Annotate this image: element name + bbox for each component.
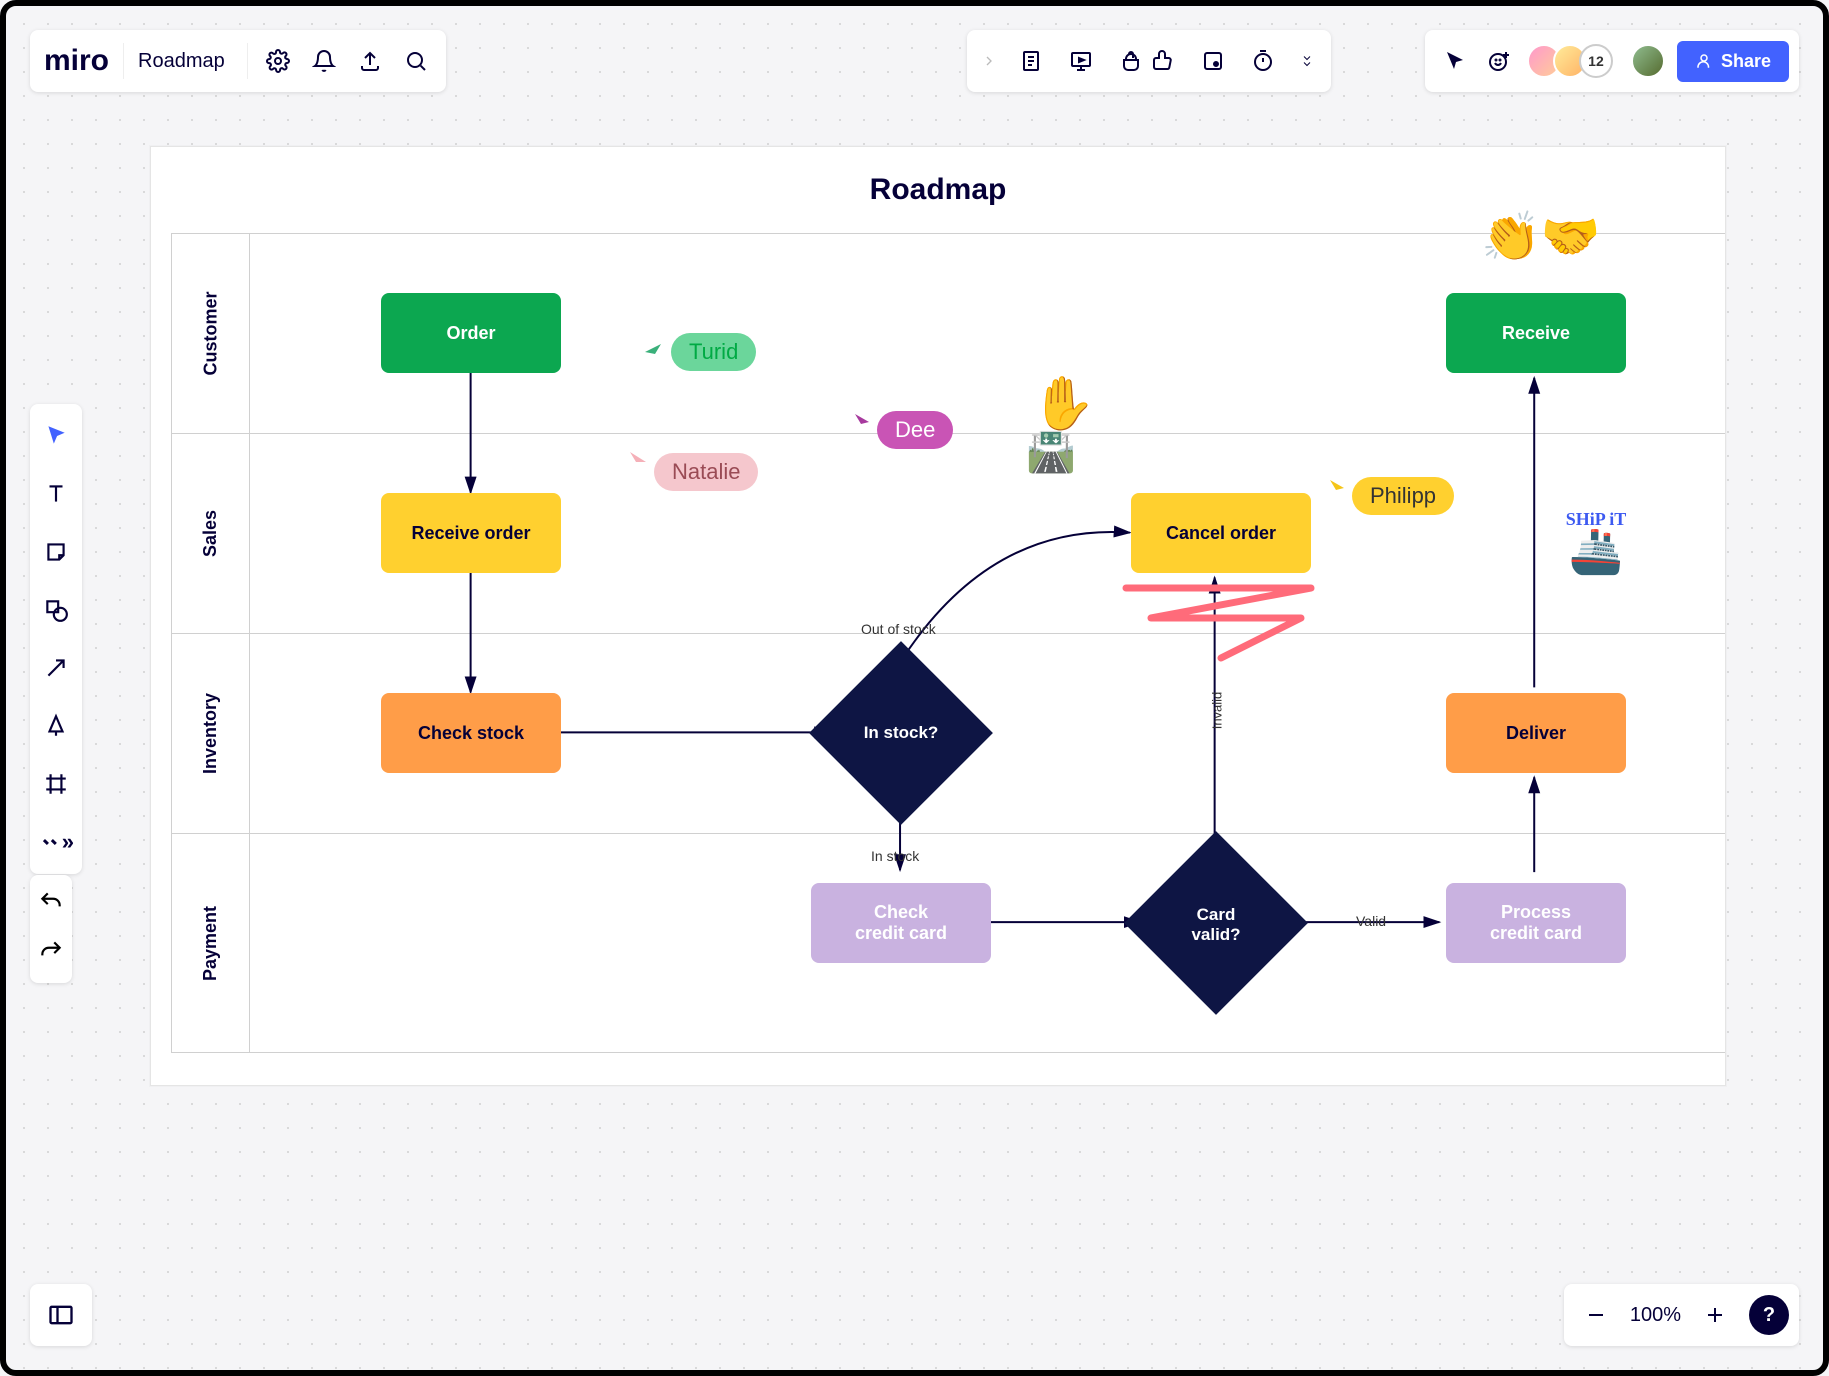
cursor-icon[interactable] bbox=[1439, 45, 1471, 77]
chevron-right-icon[interactable] bbox=[981, 45, 997, 77]
frame-roadmap[interactable]: Roadmap Customer Sales Inventory Payment… bbox=[150, 146, 1726, 1086]
thumbs-up-icon[interactable] bbox=[1147, 45, 1179, 77]
frame-title: Roadmap bbox=[151, 173, 1725, 207]
notes-icon[interactable] bbox=[1015, 45, 1047, 77]
lane-label: Payment bbox=[200, 905, 221, 980]
node-check-cc[interactable]: Check credit card bbox=[811, 883, 991, 963]
share-button[interactable]: Share bbox=[1677, 41, 1789, 82]
zoom-level[interactable]: 100% bbox=[1630, 1304, 1681, 1327]
raised-hand-icon[interactable]: ✋ bbox=[1031, 373, 1096, 434]
tool-rail: » bbox=[30, 404, 82, 874]
pen-tool[interactable] bbox=[38, 708, 74, 744]
lane-label: Inventory bbox=[200, 693, 221, 774]
avatar-count[interactable]: 12 bbox=[1579, 44, 1613, 78]
frame-tool[interactable] bbox=[38, 766, 74, 802]
label-out-of-stock: Out of stock bbox=[861, 621, 936, 637]
swimlanes: Customer Sales Inventory Payment Order R… bbox=[171, 233, 1725, 1065]
zoom-out-button[interactable] bbox=[1580, 1299, 1612, 1331]
node-deliver[interactable]: Deliver bbox=[1446, 693, 1626, 773]
search-icon[interactable] bbox=[400, 45, 432, 77]
card-icon[interactable] bbox=[1197, 45, 1229, 77]
more-icon[interactable] bbox=[1297, 45, 1317, 77]
cursor-label: Dee bbox=[877, 411, 953, 449]
red-scribble[interactable] bbox=[1121, 573, 1321, 673]
node-receive[interactable]: Receive bbox=[1446, 293, 1626, 373]
avatar-me[interactable] bbox=[1631, 44, 1665, 78]
settings-icon[interactable] bbox=[262, 45, 294, 77]
cursor-dee: Dee bbox=[851, 393, 953, 449]
cursor-natalie: Natalie bbox=[626, 429, 758, 491]
node-process-cc[interactable]: Process credit card bbox=[1446, 883, 1626, 963]
road-icon[interactable]: 🛣️ bbox=[1026, 428, 1076, 475]
top-right-toolbar: 12 Share bbox=[1425, 30, 1799, 92]
cursor-turid: Turid bbox=[641, 333, 756, 371]
board-name-label: Roadmap bbox=[138, 50, 225, 73]
divider bbox=[123, 43, 124, 79]
divider bbox=[247, 43, 248, 79]
node-order[interactable]: Order bbox=[381, 293, 561, 373]
notifications-icon[interactable] bbox=[308, 45, 340, 77]
zoom-toolbar: 100% ? bbox=[1564, 1284, 1799, 1346]
label-valid: Valid bbox=[1356, 913, 1386, 929]
top-left-toolbar: miro Roadmap bbox=[30, 30, 446, 92]
present-icon[interactable] bbox=[1065, 45, 1097, 77]
node-check-stock[interactable]: Check stock bbox=[381, 693, 561, 773]
cursor-label: Turid bbox=[671, 333, 756, 371]
shape-tool[interactable] bbox=[38, 592, 74, 628]
label-in-stock: In stock bbox=[871, 848, 919, 864]
undo-button[interactable] bbox=[38, 889, 64, 920]
help-button[interactable]: ? bbox=[1749, 1295, 1789, 1335]
ship-it-sticker[interactable]: SHiP iT 🚢 bbox=[1551, 509, 1641, 574]
voting-icon[interactable] bbox=[1115, 45, 1147, 77]
reactions-icon[interactable] bbox=[1483, 45, 1515, 77]
zoom-in-button[interactable] bbox=[1699, 1299, 1731, 1331]
text-tool[interactable] bbox=[38, 476, 74, 512]
in-stock-label: In stock? bbox=[836, 723, 966, 743]
redo-button[interactable] bbox=[38, 938, 64, 969]
card-valid-label: Card valid? bbox=[1151, 905, 1281, 945]
node-receive-order[interactable]: Receive order bbox=[381, 493, 561, 573]
node-cancel-order[interactable]: Cancel order bbox=[1131, 493, 1311, 573]
undo-rail bbox=[30, 875, 72, 983]
cursor-philipp: Philipp bbox=[1326, 459, 1454, 515]
top-mid-toolbar bbox=[967, 30, 1331, 92]
arrow-tool[interactable] bbox=[38, 650, 74, 686]
select-tool[interactable] bbox=[38, 418, 74, 454]
timer-icon[interactable] bbox=[1247, 45, 1279, 77]
cursor-label: Natalie bbox=[654, 453, 758, 491]
clap-sticker[interactable]: 👏🤝 bbox=[1481, 208, 1601, 265]
label-invalid: Invalid bbox=[1209, 692, 1224, 730]
board-name[interactable]: Roadmap bbox=[138, 50, 233, 73]
share-label: Share bbox=[1721, 51, 1771, 72]
more-tools[interactable]: » bbox=[38, 824, 74, 860]
sticky-tool[interactable] bbox=[38, 534, 74, 570]
cursor-label: Philipp bbox=[1352, 477, 1454, 515]
lane-label: Sales bbox=[200, 510, 221, 557]
minimap-button[interactable] bbox=[30, 1284, 92, 1346]
lane-label: Customer bbox=[200, 291, 221, 375]
miro-logo[interactable]: miro bbox=[44, 44, 109, 78]
avatars[interactable]: 12 bbox=[1527, 44, 1613, 78]
export-icon[interactable] bbox=[354, 45, 386, 77]
